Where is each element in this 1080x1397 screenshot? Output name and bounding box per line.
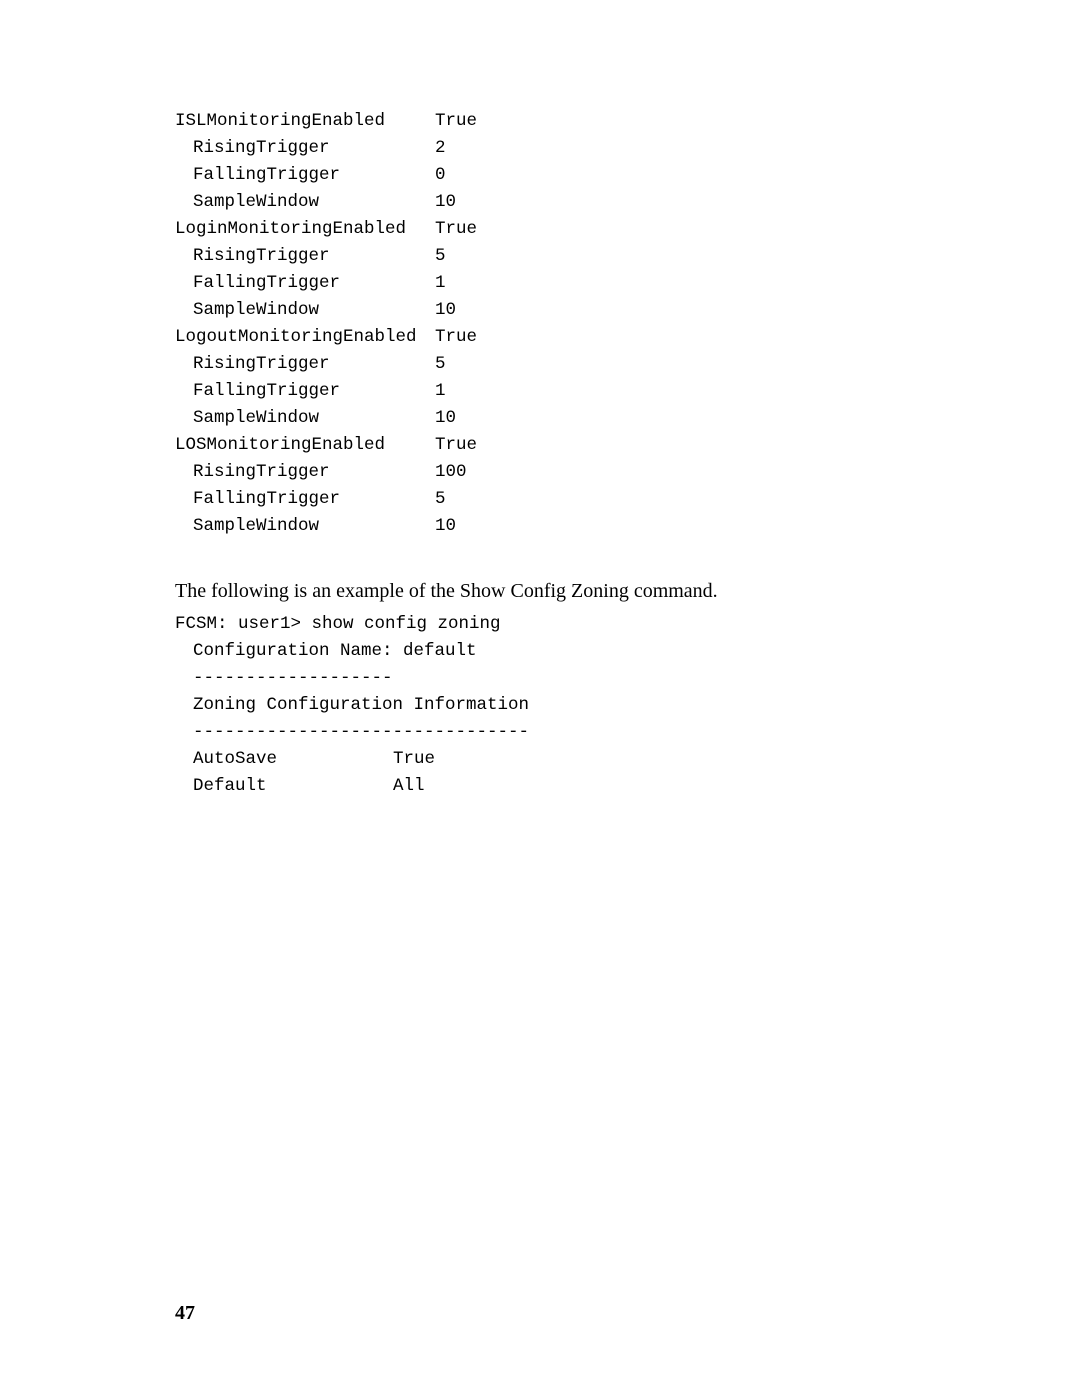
threshold-row-value: 10 xyxy=(435,189,456,216)
zoning-config-name-text: Configuration Name: default xyxy=(193,638,477,665)
threshold-row: ISLMonitoringEnabledTrue xyxy=(175,108,1080,135)
threshold-row: RisingTrigger100 xyxy=(175,459,1080,486)
threshold-row: FallingTrigger5 xyxy=(175,486,1080,513)
zoning-divider-2: -------------------------------- xyxy=(175,719,1080,746)
threshold-row-label: SampleWindow xyxy=(193,513,435,540)
zoning-row: AutoSaveTrue xyxy=(175,746,1080,773)
threshold-row-label: LogoutMonitoringEnabled xyxy=(175,324,435,351)
threshold-row: LogoutMonitoringEnabledTrue xyxy=(175,324,1080,351)
zoning-section-header-text: Zoning Configuration Information xyxy=(193,692,529,719)
threshold-row-value: True xyxy=(435,432,477,459)
threshold-row-label: LOSMonitoringEnabled xyxy=(175,432,435,459)
zoning-divider-1: ------------------- xyxy=(175,665,1080,692)
threshold-row-label: RisingTrigger xyxy=(193,351,435,378)
threshold-row-value: 100 xyxy=(435,459,467,486)
threshold-row: FallingTrigger1 xyxy=(175,270,1080,297)
threshold-row: LOSMonitoringEnabledTrue xyxy=(175,432,1080,459)
zoning-config-name-line: Configuration Name: default xyxy=(175,638,1080,665)
threshold-row-label: SampleWindow xyxy=(193,405,435,432)
threshold-row-value: 1 xyxy=(435,378,446,405)
threshold-row-label: RisingTrigger xyxy=(193,135,435,162)
zoning-command-line: FCSM: user1> show config zoning xyxy=(175,611,1080,638)
threshold-row-label: FallingTrigger xyxy=(193,486,435,513)
zoning-section-header: Zoning Configuration Information xyxy=(175,692,1080,719)
threshold-row-label: RisingTrigger xyxy=(193,243,435,270)
threshold-row-value: 10 xyxy=(435,513,456,540)
threshold-row: RisingTrigger5 xyxy=(175,243,1080,270)
threshold-row-label: ISLMonitoringEnabled xyxy=(175,108,435,135)
threshold-row: RisingTrigger5 xyxy=(175,351,1080,378)
threshold-row-value: 10 xyxy=(435,297,456,324)
zoning-row-value: All xyxy=(393,773,425,800)
threshold-row-label: RisingTrigger xyxy=(193,459,435,486)
threshold-row: SampleWindow10 xyxy=(175,513,1080,540)
threshold-row-value: True xyxy=(435,216,477,243)
zoning-row-value: True xyxy=(393,746,435,773)
threshold-row-label: FallingTrigger xyxy=(193,162,435,189)
threshold-row-value: 10 xyxy=(435,405,456,432)
threshold-row-value: True xyxy=(435,108,477,135)
threshold-row-value: 1 xyxy=(435,270,446,297)
zoning-divider-1-text: ------------------- xyxy=(193,665,393,692)
threshold-row: LoginMonitoringEnabledTrue xyxy=(175,216,1080,243)
threshold-row-label: SampleWindow xyxy=(193,189,435,216)
zoning-divider-2-text: -------------------------------- xyxy=(193,719,529,746)
zoning-config-block: FCSM: user1> show config zoning Configur… xyxy=(175,611,1080,800)
page-number: 47 xyxy=(175,1302,195,1325)
zoning-row: DefaultAll xyxy=(175,773,1080,800)
threshold-row: SampleWindow10 xyxy=(175,297,1080,324)
threshold-row-label: LoginMonitoringEnabled xyxy=(175,216,435,243)
threshold-row-value: True xyxy=(435,324,477,351)
threshold-row: SampleWindow10 xyxy=(175,189,1080,216)
intro-text: The following is an example of the Show … xyxy=(175,578,1080,605)
threshold-row: FallingTrigger0 xyxy=(175,162,1080,189)
threshold-row: FallingTrigger1 xyxy=(175,378,1080,405)
threshold-row: SampleWindow10 xyxy=(175,405,1080,432)
threshold-row-value: 5 xyxy=(435,243,446,270)
threshold-row-value: 5 xyxy=(435,351,446,378)
threshold-row-value: 0 xyxy=(435,162,446,189)
threshold-row: RisingTrigger2 xyxy=(175,135,1080,162)
threshold-row-label: SampleWindow xyxy=(193,297,435,324)
threshold-config-block: ISLMonitoringEnabledTrueRisingTrigger2Fa… xyxy=(175,108,1080,540)
threshold-row-label: FallingTrigger xyxy=(193,270,435,297)
zoning-row-label: Default xyxy=(193,773,393,800)
page: ISLMonitoringEnabledTrueRisingTrigger2Fa… xyxy=(0,0,1080,1397)
threshold-row-label: FallingTrigger xyxy=(193,378,435,405)
zoning-row-label: AutoSave xyxy=(193,746,393,773)
zoning-command-text: FCSM: user1> show config zoning xyxy=(175,611,501,638)
threshold-row-value: 5 xyxy=(435,486,446,513)
threshold-row-value: 2 xyxy=(435,135,446,162)
